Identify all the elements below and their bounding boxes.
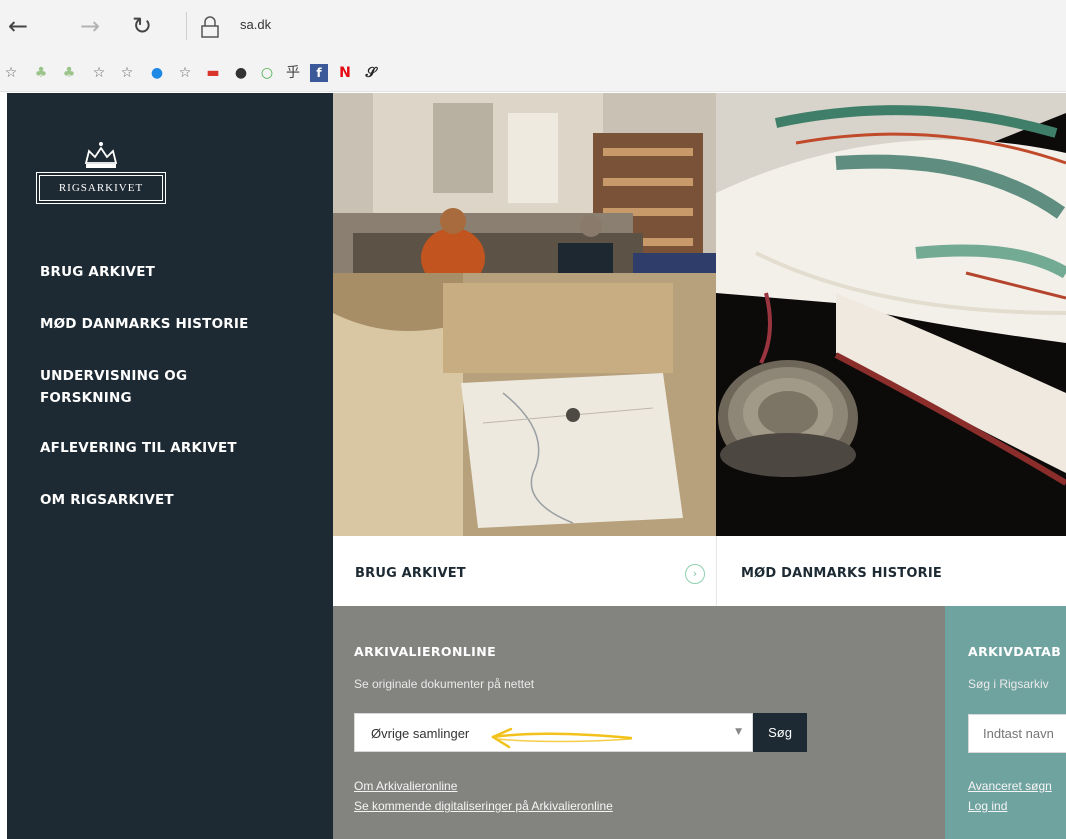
sidebar-nav: BRUG ARKIVET MØD DANMARKS HISTORIE UNDER… <box>40 261 310 541</box>
name-search-input[interactable] <box>968 714 1066 753</box>
link-log-ind[interactable]: Log ind <box>968 799 1007 813</box>
lock-icon <box>201 16 219 38</box>
arkivalieronline-panel: ARKIVALIERONLINE Se originale dokumenter… <box>333 606 945 839</box>
star-icon[interactable]: ☆ <box>2 64 20 82</box>
netflix-icon[interactable]: N <box>336 64 354 82</box>
panel-title: ARKIVALIERONLINE <box>354 644 497 659</box>
red-bar-icon[interactable]: ▬ <box>204 64 222 82</box>
reading-room-photo <box>333 93 716 536</box>
script-s-icon[interactable]: 𝒮 <box>362 64 380 82</box>
sidebar-item-brug-arkivet[interactable]: BRUG ARKIVET <box>40 261 310 283</box>
arrow-right-icon[interactable]: › <box>685 564 705 584</box>
sidebar-item-om-rigsarkivet[interactable]: OM RIGSARKIVET <box>40 489 310 511</box>
panel-title: ARKIVDATAB <box>968 644 1062 659</box>
tab-label: MØD DANMARKS HISTORIE <box>741 566 942 581</box>
facebook-icon[interactable]: f <box>310 64 328 82</box>
tab-brug-arkivet[interactable]: BRUG ARKIVET › <box>333 536 716 606</box>
circle-blue-icon[interactable]: ● <box>148 64 166 82</box>
toolbar-separator <box>186 12 187 40</box>
back-button[interactable]: ← <box>4 12 32 40</box>
tree-icon[interactable]: ♣ <box>60 64 78 82</box>
glyph-icon[interactable]: 乎 <box>284 64 302 82</box>
link-om-arkivalieronline[interactable]: Om Arkivalieronline <box>354 779 457 793</box>
star-icon[interactable]: ☆ <box>176 64 194 82</box>
collection-select[interactable]: Øvrige samlinger ▼ <box>354 713 753 752</box>
sidebar-item-aflevering-til-arkivet[interactable]: AFLEVERING TIL ARKIVET <box>40 437 310 459</box>
sidebar: RIGSARKIVET BRUG ARKIVET MØD DANMARKS HI… <box>7 93 333 839</box>
section-tabs: BRUG ARKIVET › MØD DANMARKS HISTORIE <box>333 536 1066 606</box>
tree-icon[interactable]: ♣ <box>32 64 50 82</box>
illuminated-book-photo <box>716 93 1066 536</box>
panel-subtitle: Søg i Rigsarkiv <box>968 677 1049 691</box>
refresh-button[interactable]: ↻ <box>128 12 156 40</box>
dark-dot-icon[interactable]: ● <box>232 64 250 82</box>
tab-label: BRUG ARKIVET <box>355 566 466 581</box>
star-icon[interactable]: ☆ <box>90 64 108 82</box>
panel-subtitle: Se originale dokumenter på nettet <box>354 677 535 691</box>
rigsarkivet-logo[interactable]: RIGSARKIVET <box>36 172 166 204</box>
tab-mod-danmarks-historie[interactable]: MØD DANMARKS HISTORIE <box>717 536 1066 606</box>
search-button[interactable]: Søg <box>753 713 807 752</box>
link-kommende-digitaliseringer[interactable]: Se kommende digitaliseringer på Arkivali… <box>354 799 613 813</box>
arkivdatabasen-panel: ARKIVDATAB Søg i Rigsarkiv Avanceret søg… <box>945 606 1066 839</box>
favorites-bar: ☆ ♣ ♣ ☆ ☆ ● ☆ ▬ ● ○ 乎 f N 𝒮 <box>0 54 1066 92</box>
green-ring-icon[interactable]: ○ <box>258 64 276 82</box>
sidebar-item-undervisning-og-forskning[interactable]: UNDERVISNING OG FORSKNING <box>40 365 200 409</box>
crown-icon <box>84 142 118 168</box>
chevron-down-icon: ▼ <box>735 727 742 737</box>
forward-button[interactable]: → <box>76 12 104 40</box>
sidebar-item-mod-danmarks-historie[interactable]: MØD DANMARKS HISTORIE <box>40 313 310 335</box>
star-icon[interactable]: ☆ <box>118 64 136 82</box>
select-value: Øvrige samlinger <box>371 726 470 741</box>
browser-toolbar: ← → ↻ sa.dk <box>0 0 1066 54</box>
address-bar[interactable]: sa.dk <box>240 17 271 32</box>
link-avanceret-sogning[interactable]: Avanceret søgn <box>968 779 1052 793</box>
